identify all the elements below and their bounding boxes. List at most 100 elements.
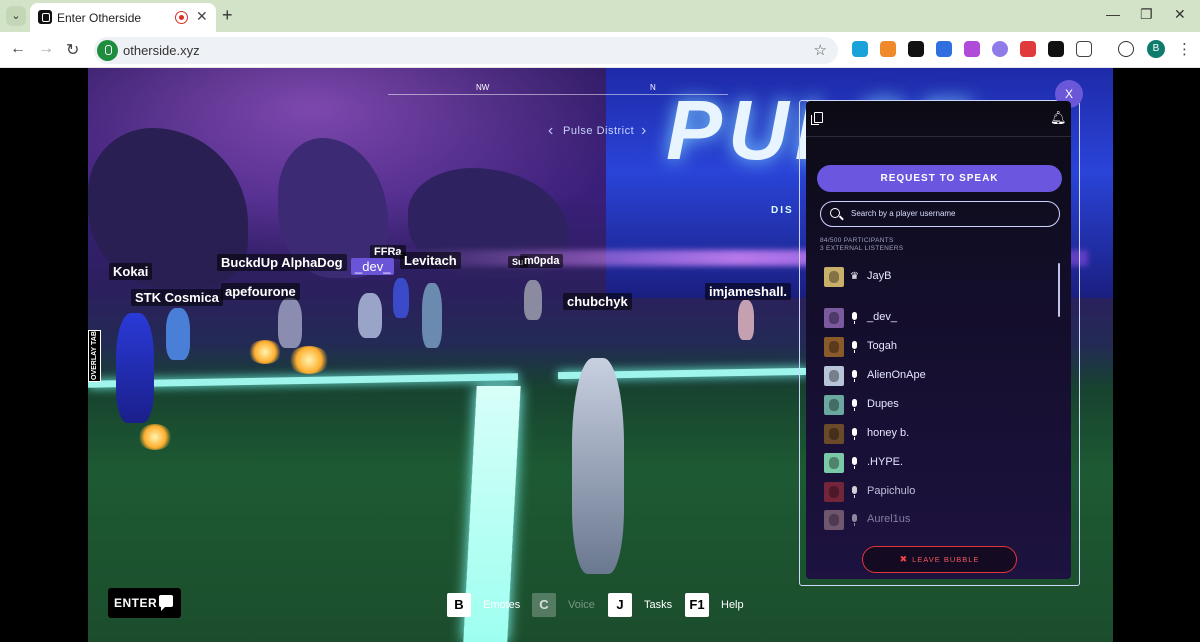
media-control-icon[interactable] (1118, 41, 1134, 57)
fire-effect (288, 346, 330, 374)
billboard-subtext: DIS (771, 205, 794, 216)
hotkey-key: F1 (685, 593, 709, 617)
participant-name: JayB (867, 270, 892, 282)
extension-6-icon[interactable] (992, 41, 1008, 57)
reload-icon[interactable]: ↻ (66, 40, 79, 60)
browser-tab-active[interactable]: Enter Otherside ✕ (30, 3, 216, 32)
participant-row[interactable]: .HYPE. (824, 453, 1044, 473)
player-nametag: Levitach (400, 252, 461, 269)
player-nametag: STK Cosmica (131, 289, 223, 306)
hotkey-label: Emotes (483, 599, 521, 611)
extensions-puzzle-icon[interactable] (1076, 41, 1092, 57)
overlay-tab-toggle[interactable]: OVERLAY TAB (88, 330, 101, 382)
panel-header: 🔔︎ (806, 101, 1071, 137)
player-nametag: apefourone (221, 283, 300, 300)
game-canvas[interactable]: PULSE DIS NW N ‹ Pulse District › Kokai … (88, 68, 1113, 642)
browser-tab-strip: ⌄ Enter Otherside ✕ + — ❐ ✕ (0, 0, 1200, 32)
participant-avatar (824, 308, 844, 328)
copy-icon[interactable] (811, 112, 823, 125)
participant-row[interactable]: Aurel1us (824, 510, 1044, 530)
hotkey-key: J (608, 593, 632, 617)
microphone-icon (852, 514, 857, 526)
minimize-window-icon[interactable]: — (1106, 6, 1120, 22)
participant-row[interactable]: Dupes (824, 395, 1044, 415)
player-avatar[interactable] (166, 308, 190, 360)
hotkey-label: Help (721, 599, 744, 611)
player-nametag: BuckdUp AlphaDog (217, 254, 347, 271)
player-avatar[interactable] (422, 283, 442, 348)
extension-1-icon[interactable] (852, 41, 868, 57)
leave-bubble-button[interactable]: ✖ LEAVE BUBBLE (862, 546, 1017, 573)
participant-name: honey b. (867, 427, 910, 439)
participant-avatar (824, 453, 844, 473)
extension-3-icon[interactable] (908, 41, 924, 57)
district-label: Pulse District (563, 125, 635, 137)
participant-avatar (824, 267, 844, 287)
hotkey-label: Tasks (644, 599, 673, 611)
participant-list-scrollbar[interactable] (1058, 263, 1060, 317)
bookmark-star-icon[interactable]: ☆ (814, 41, 827, 59)
close-window-icon[interactable]: ✕ (1174, 6, 1186, 23)
player-search-input[interactable]: Search by a player username (820, 201, 1060, 227)
browser-toolbar: ← → ↻ otherside.xyz ☆ B ⋮ (0, 32, 1200, 68)
restore-window-icon[interactable]: ❐ (1140, 6, 1153, 23)
microphone-icon (852, 312, 857, 324)
voice-bubble-panel: 🔔︎ REQUEST TO SPEAK Search by a player u… (806, 101, 1071, 579)
microphone-icon (852, 486, 857, 498)
participant-row[interactable]: ♛ JayB (824, 267, 1044, 287)
microphone-icon (852, 370, 857, 382)
participants-count: 84/500 PARTICIPANTS (820, 237, 894, 244)
new-tab-button[interactable]: + (222, 5, 233, 26)
url-text[interactable]: otherside.xyz (123, 43, 200, 58)
player-avatar[interactable] (738, 300, 754, 340)
chat-bubble-icon (159, 595, 173, 611)
site-info-mic-icon[interactable] (97, 40, 118, 61)
crown-icon: ♛ (850, 271, 859, 282)
tab-close-icon[interactable]: ✕ (196, 8, 208, 25)
participant-row[interactable]: _dev_ (824, 308, 1044, 328)
chat-enter-button[interactable]: ENTER (108, 588, 181, 618)
player-avatar[interactable] (116, 313, 154, 423)
extension-5-icon[interactable] (964, 41, 980, 57)
extension-7-icon[interactable] (1020, 41, 1036, 57)
request-to-speak-button[interactable]: REQUEST TO SPEAK (817, 165, 1062, 192)
participant-row[interactable]: honey b. (824, 424, 1044, 444)
tab-search-chevron-icon[interactable]: ⌄ (6, 6, 26, 26)
participant-avatar (824, 366, 844, 386)
participant-avatar (824, 482, 844, 502)
listeners-count: 3 EXTERNAL LISTENERS (820, 245, 904, 252)
compass-n-label: N (650, 83, 656, 92)
own-avatar (572, 358, 624, 574)
profile-avatar[interactable]: B (1147, 40, 1165, 58)
page-viewport: PULSE DIS NW N ‹ Pulse District › Kokai … (0, 68, 1200, 642)
player-nametag: imjameshall. (705, 283, 792, 300)
bell-icon[interactable]: 🔔︎ (1050, 110, 1067, 126)
hotkey-label: Voice (568, 599, 595, 611)
participant-row[interactable]: Togah (824, 337, 1044, 357)
metamask-fox-icon[interactable] (880, 41, 896, 57)
browser-menu-icon[interactable]: ⋮ (1177, 40, 1192, 58)
enter-key-label: ENTER (114, 596, 158, 610)
address-bar[interactable]: otherside.xyz ☆ (94, 37, 838, 64)
player-avatar[interactable] (278, 298, 302, 348)
back-arrow-icon[interactable]: ← (10, 40, 26, 58)
microphone-icon (852, 341, 857, 353)
player-avatar[interactable] (524, 280, 542, 320)
participant-avatar (824, 510, 844, 530)
microphone-icon (852, 428, 857, 440)
player-avatar[interactable] (358, 293, 382, 338)
forward-arrow-icon[interactable]: → (38, 40, 54, 58)
participant-name: Dupes (867, 398, 899, 410)
participant-row[interactable]: AlienOnApe (824, 366, 1044, 386)
player-nametag: m0pda (520, 254, 564, 268)
extension-4-icon[interactable] (936, 41, 952, 57)
extension-8-icon[interactable] (1048, 41, 1064, 57)
participant-name: _dev_ (867, 311, 897, 323)
participant-name: AlienOnApe (867, 369, 926, 381)
participant-avatar (824, 337, 844, 357)
participant-avatar (824, 395, 844, 415)
participant-avatar (824, 424, 844, 444)
participant-row[interactable]: Papichulo (824, 482, 1044, 502)
search-icon (830, 208, 840, 218)
player-avatar[interactable] (393, 278, 409, 318)
